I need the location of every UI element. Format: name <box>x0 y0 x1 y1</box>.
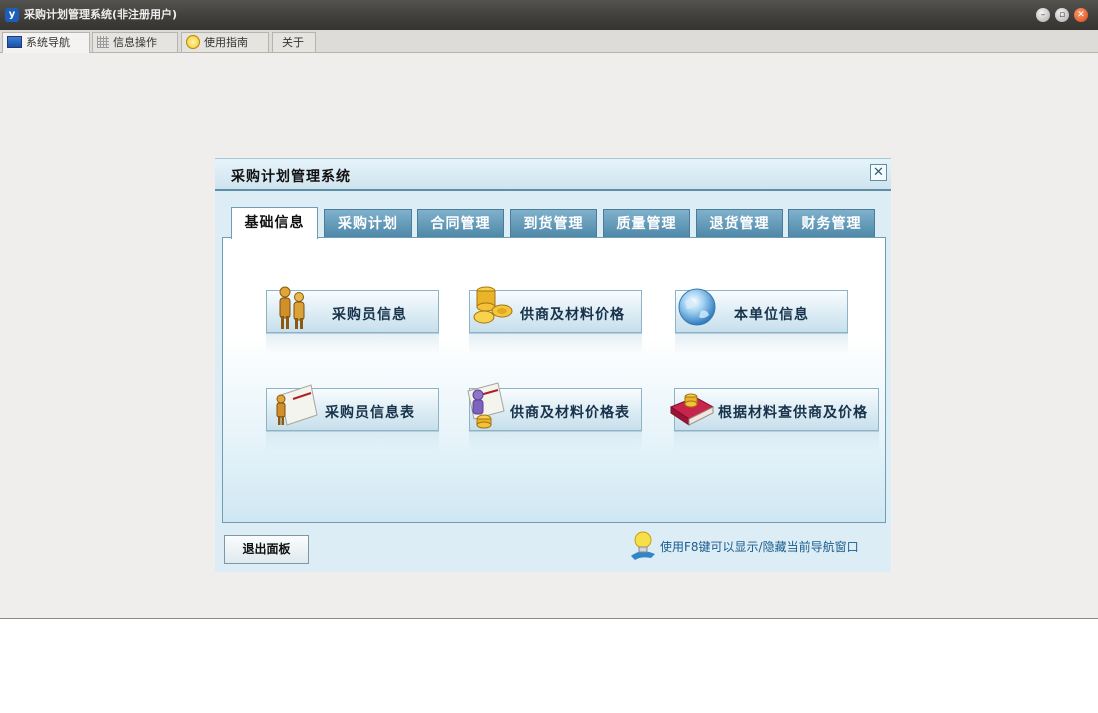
tab-user-guide[interactable]: 使用指南 <box>181 32 269 52</box>
button-label: 采购员信息 <box>332 307 407 323</box>
window-title: 采购计划管理系统(非注册用户) <box>24 8 178 21</box>
panel-header: 采购计划管理系统 ✕ <box>215 159 891 191</box>
tab-information-operations[interactable]: 信息操作 <box>92 32 178 52</box>
panel-tab-finance[interactable]: 财务管理 <box>788 209 875 238</box>
panel-tab-arrival[interactable]: 到货管理 <box>510 209 597 238</box>
title-bar[interactable]: y 采购计划管理系统(非注册用户) – ▫ ✕ <box>0 0 1098 30</box>
f8-hint: 使用F8键可以显示/隐藏当前导航窗口 <box>629 530 881 564</box>
button-reflection <box>266 432 439 452</box>
tab-about[interactable]: 关于 <box>272 32 316 52</box>
book-coins-icon <box>669 393 715 426</box>
supplier-material-price-table-button[interactable]: 供商及材料价格表 <box>467 382 642 431</box>
main-tab-bar: 系统导航 信息操作 使用指南 关于 <box>0 30 1098 53</box>
buyer-info-table-button[interactable]: 采购员信息表 <box>266 384 439 431</box>
app-logo-icon: y <box>5 8 19 22</box>
close-window-button[interactable]: ✕ <box>1074 8 1088 22</box>
maximize-button[interactable]: ▫ <box>1055 8 1069 22</box>
scroll-coins-icon <box>467 382 505 429</box>
panel-tab-content: 采购员信息 供商及材料价格 本单位信息 采购员信息表 供商及材料价格表 根据材料… <box>222 237 886 523</box>
button-reflection <box>675 334 848 354</box>
panel-tab-basic-info[interactable]: 基础信息 <box>231 207 318 239</box>
panel-tab-returns[interactable]: 退货管理 <box>696 209 783 238</box>
button-label: 供商及材料价格表 <box>510 405 630 421</box>
tab-label: 使用指南 <box>204 36 248 49</box>
exit-panel-button[interactable]: 退出面板 <box>224 535 309 564</box>
tab-system-navigation[interactable]: 系统导航 <box>2 32 90 53</box>
panel-title: 采购计划管理系统 <box>231 169 351 185</box>
panel-tab-quality[interactable]: 质量管理 <box>603 209 690 238</box>
lightbulb-hand-icon <box>631 531 655 560</box>
button-reflection <box>266 334 439 354</box>
panel-close-button[interactable]: ✕ <box>870 164 887 181</box>
tab-label: 系统导航 <box>26 36 70 49</box>
navigation-panel: 采购计划管理系统 ✕ 基础信息 采购计划 合同管理 到货管理 质量管理 退货管理… <box>215 158 891 572</box>
button-reflection <box>469 432 642 452</box>
grid-icon <box>97 36 109 48</box>
panel-tab-contract[interactable]: 合同管理 <box>417 209 504 238</box>
buyer-info-button[interactable]: 采购员信息 <box>266 286 439 333</box>
hint-text: 使用F8键可以显示/隐藏当前导航窗口 <box>660 540 859 554</box>
coins-icon <box>473 286 513 324</box>
monitor-icon <box>7 36 22 48</box>
unit-info-button[interactable]: 本单位信息 <box>675 288 848 333</box>
bulb-icon <box>186 35 200 49</box>
button-reflection <box>469 334 642 354</box>
button-label: 采购员信息表 <box>325 405 415 421</box>
tab-label: 关于 <box>282 36 304 49</box>
globe-icon <box>678 288 716 326</box>
panel-tab-purchase-plan[interactable]: 采购计划 <box>324 209 412 238</box>
people-icon <box>279 286 305 329</box>
button-label: 供商及材料价格 <box>520 307 625 323</box>
tab-label: 信息操作 <box>113 36 157 49</box>
query-supplier-by-material-button[interactable]: 根据材料查供商及价格 <box>669 388 879 431</box>
button-reflection <box>674 432 879 452</box>
supplier-material-price-button[interactable]: 供商及材料价格 <box>469 286 642 333</box>
scroll-people-icon <box>276 384 318 426</box>
app-window: y 采购计划管理系统(非注册用户) – ▫ ✕ 系统导航 信息操作 使用指南 关… <box>0 0 1098 619</box>
button-label: 本单位信息 <box>734 307 809 323</box>
minimize-button[interactable]: – <box>1036 8 1050 22</box>
button-label: 根据材料查供商及价格 <box>718 405 868 421</box>
